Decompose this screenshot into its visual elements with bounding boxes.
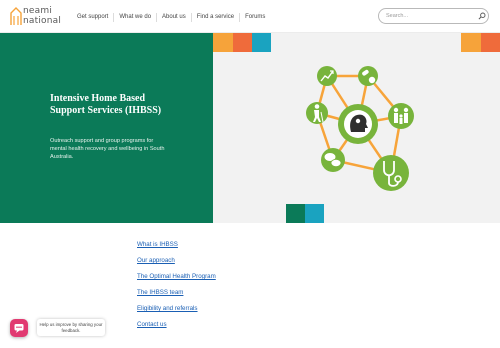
link-contact-us[interactable]: Contact us	[137, 321, 167, 328]
hero-text-panel: Intensive Home Based Support Services (I…	[0, 33, 213, 223]
link-ihbss-team[interactable]: The IHBSS team	[137, 289, 183, 296]
family-icon	[388, 103, 414, 129]
hero-description: Outreach support and group programs for …	[50, 138, 165, 160]
logo-text-line2: national	[23, 16, 62, 26]
stethoscope-icon	[373, 155, 409, 191]
link-our-approach[interactable]: Our approach	[137, 257, 175, 264]
nav-forums[interactable]: Forums	[239, 12, 270, 22]
hero-banner: Intensive Home Based Support Services (I…	[0, 33, 500, 223]
hero-illustration-panel	[213, 33, 500, 223]
feedback-tooltip: Help us improve by sharing your feedback…	[37, 319, 105, 336]
head-brain-icon	[338, 104, 378, 144]
logo-text-line1: neami	[23, 6, 53, 16]
nav-get-support[interactable]: Get support	[72, 13, 113, 22]
feedback-chat-icon	[14, 324, 24, 333]
main-nav: Get support What we do About us Find a s…	[72, 12, 270, 22]
link-eligibility-referrals[interactable]: Eligibility and referrals	[137, 305, 198, 312]
feedback-button[interactable]	[10, 319, 28, 337]
nav-what-we-do[interactable]: What we do	[113, 12, 156, 22]
nav-find-a-service[interactable]: Find a service	[190, 12, 239, 22]
building-logo-icon	[10, 7, 22, 25]
wellbeing-network-illustration	[306, 66, 414, 191]
pills-icon	[358, 66, 378, 86]
link-optimal-health-program[interactable]: The Optimal Health Program	[137, 273, 216, 280]
chart-trend-icon	[317, 66, 337, 86]
neami-logo[interactable]: neami national	[10, 6, 62, 28]
search-icon[interactable]	[478, 12, 486, 20]
search-box	[378, 8, 489, 24]
link-what-is-ihbss[interactable]: What is IHBSS	[137, 241, 178, 248]
elderly-person-icon	[306, 102, 328, 124]
nav-about-us[interactable]: About us	[156, 12, 191, 22]
site-header: neami national Get support What we do Ab…	[0, 0, 500, 33]
search-input[interactable]	[386, 11, 474, 21]
chat-bubbles-icon	[321, 148, 345, 172]
page-title: Intensive Home Based Support Services (I…	[50, 93, 162, 116]
